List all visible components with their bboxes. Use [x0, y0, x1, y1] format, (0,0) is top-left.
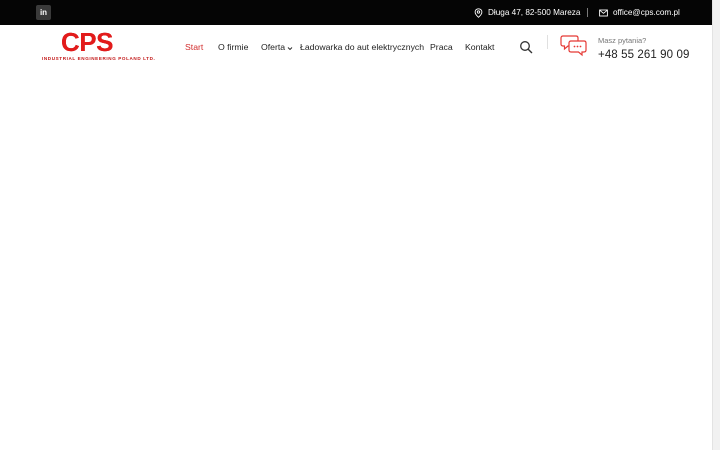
phone-link[interactable]: +48 55 261 90 09	[598, 49, 689, 61]
logo[interactable]: CPS INDUSTRIAL ENGINEERING POLAND LTD.	[41, 27, 155, 65]
map-pin-icon	[474, 7, 483, 18]
address-text: Długa 47, 82-500 Mareza	[488, 8, 581, 17]
nav-item-ladowarka[interactable]: Ładowarka do aut elektrycznych	[300, 40, 424, 54]
chat-icon	[560, 33, 588, 58]
logo-subtitle: INDUSTRIAL ENGINEERING POLAND LTD.	[42, 56, 156, 61]
logo-title: CPS	[61, 27, 113, 57]
email-text: office@cps.com.pl	[613, 8, 680, 17]
search-icon[interactable]	[519, 40, 533, 54]
linkedin-icon: in	[39, 7, 48, 17]
top-bar: in Długa 47, 82-500 Mareza office@cps.co…	[0, 0, 712, 25]
nav-item-start[interactable]: Start	[185, 40, 203, 54]
scrollbar[interactable]	[712, 0, 720, 450]
header-divider	[547, 35, 548, 49]
mail-icon	[599, 9, 608, 17]
nav-item-o-firmie[interactable]: O firmie	[218, 40, 248, 54]
nav-item-oferta-label: Oferta	[261, 42, 286, 52]
address-link[interactable]: Długa 47, 82-500 Mareza	[474, 0, 580, 25]
nav-item-oferta[interactable]: Oferta	[261, 40, 293, 55]
email-link[interactable]: office@cps.com.pl	[599, 0, 680, 25]
ask-label: Masz pytania?	[598, 36, 647, 45]
nav-item-kontakt[interactable]: Kontakt	[465, 40, 494, 54]
topbar-divider	[587, 8, 588, 17]
linkedin-button[interactable]: in	[36, 5, 51, 20]
nav-item-praca[interactable]: Praca	[430, 40, 453, 54]
chevron-down-icon	[287, 41, 293, 55]
